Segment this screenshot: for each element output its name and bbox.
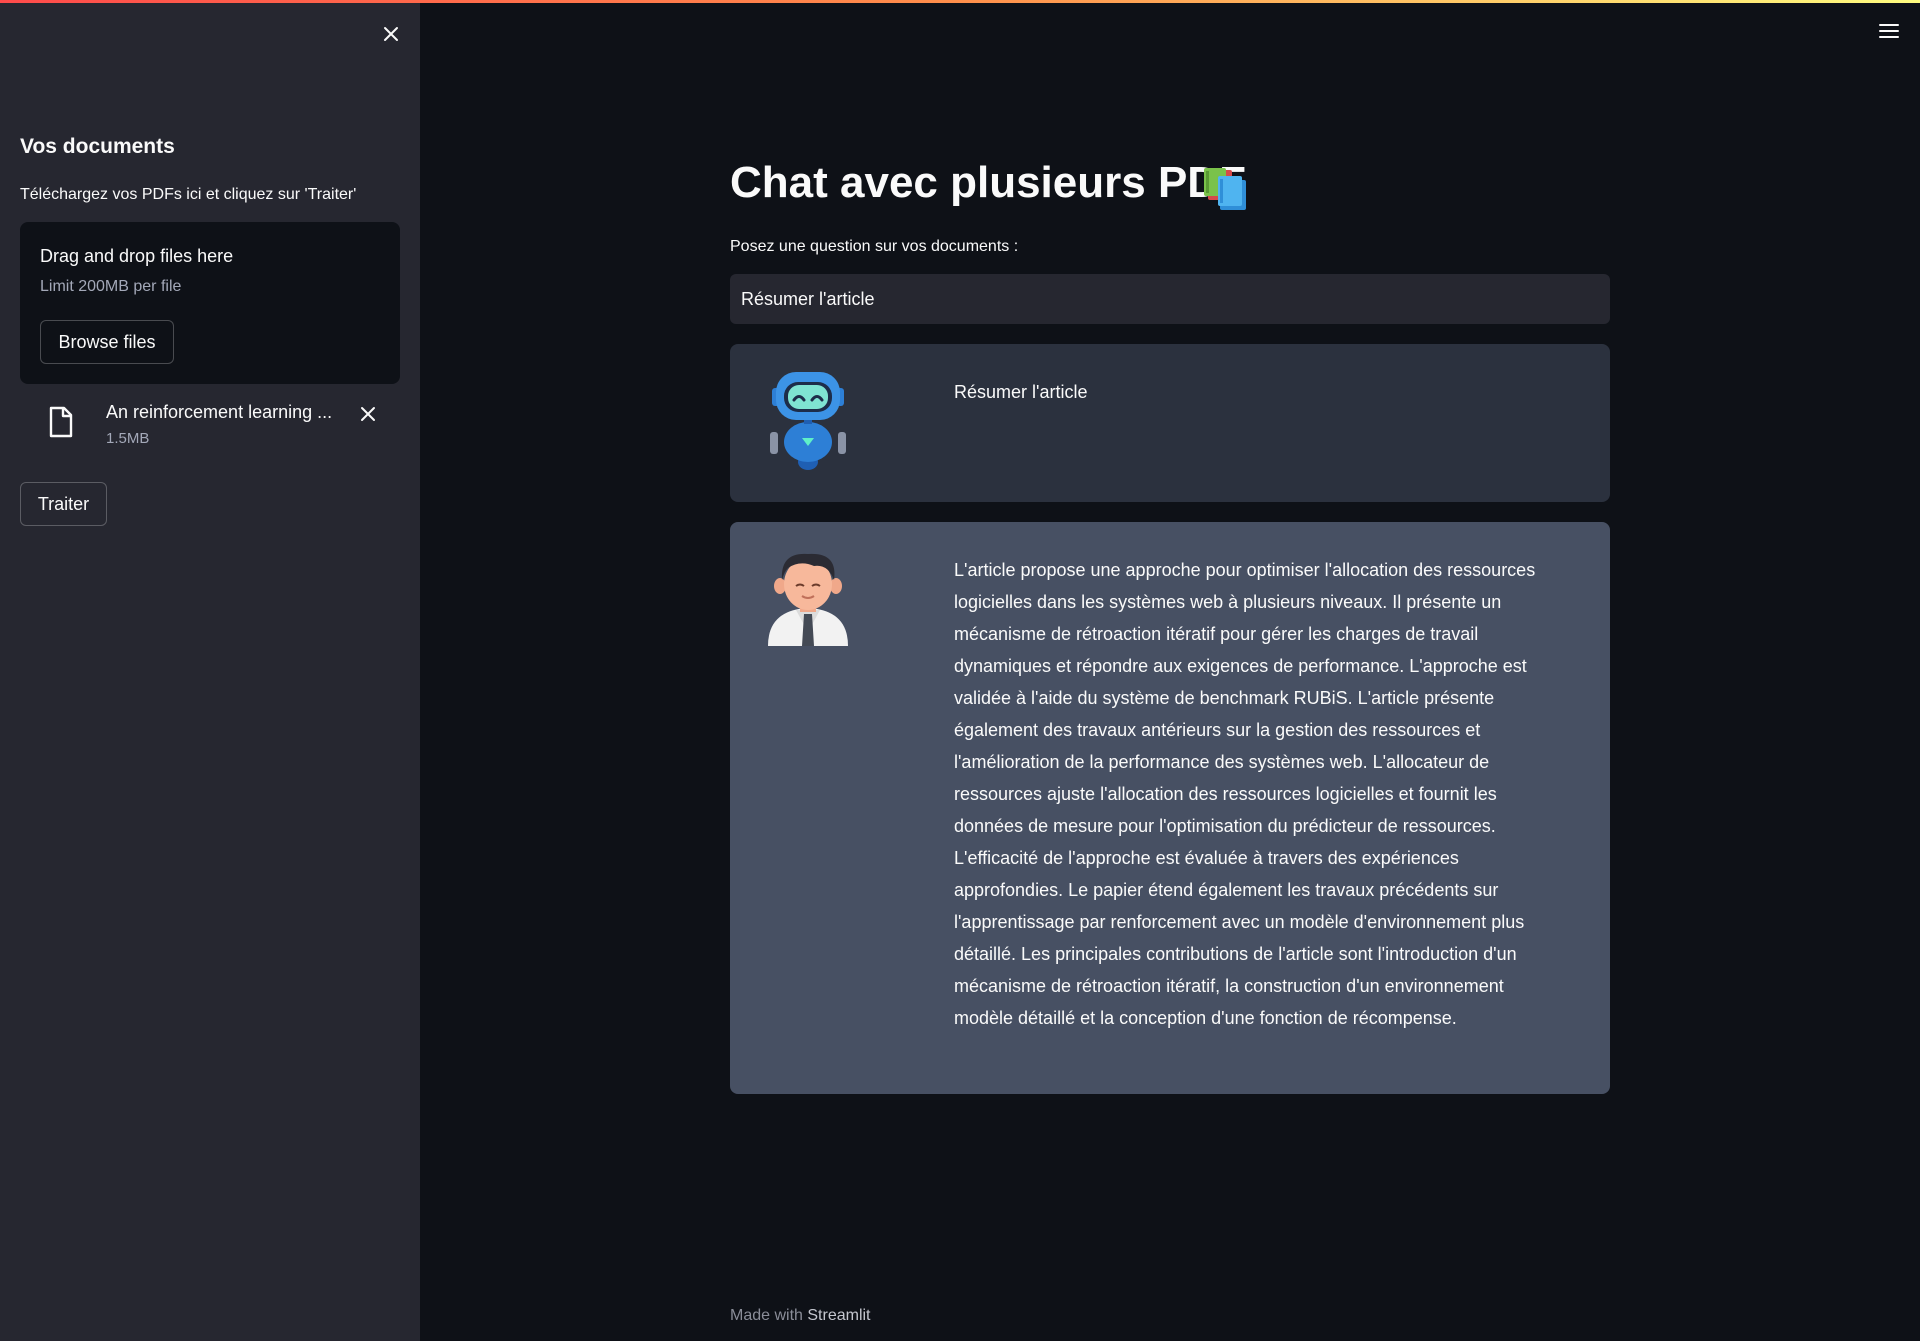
remove-file-icon[interactable] bbox=[356, 402, 380, 426]
robot-avatar-icon bbox=[770, 372, 846, 470]
hamburger-menu-icon[interactable] bbox=[1878, 22, 1900, 40]
message-text: L'article propose une approche pour opti… bbox=[954, 560, 1536, 1028]
footer: Made with Streamlit bbox=[730, 1307, 871, 1325]
sidebar: Vos documents Téléchargez vos PDFs ici e… bbox=[0, 3, 420, 1341]
page-title: Chat avec plusieurs PDF bbox=[730, 158, 1246, 207]
dropzone-title: Drag and drop files here bbox=[40, 246, 234, 266]
question-label: Posez une question sur vos documents : bbox=[730, 238, 1019, 255]
file-size: 1.5MB bbox=[106, 430, 150, 447]
uploaded-file-item: An reinforcement learning ... 1.5MB bbox=[20, 398, 400, 458]
close-icon[interactable] bbox=[378, 21, 404, 47]
file-name: An reinforcement learning ... bbox=[106, 402, 333, 422]
footer-brand-link[interactable]: Streamlit bbox=[807, 1307, 870, 1324]
chat-message-answer: L'article propose une approche pour opti… bbox=[730, 522, 1610, 1094]
sidebar-description: Téléchargez vos PDFs ici et cliquez sur … bbox=[20, 186, 357, 203]
message-text: Résumer l'article bbox=[954, 382, 1088, 402]
file-icon bbox=[49, 406, 73, 438]
sidebar-title: Vos documents bbox=[20, 135, 175, 158]
chat-message-bot: Résumer l'article bbox=[730, 344, 1610, 502]
person-avatar-icon bbox=[768, 553, 848, 646]
question-input[interactable] bbox=[730, 274, 1610, 324]
dropzone-limit: Limit 200MB per file bbox=[40, 278, 182, 295]
browse-files-button[interactable]: Browse files bbox=[40, 320, 174, 364]
footer-prefix: Made with bbox=[730, 1307, 803, 1324]
books-icon bbox=[1204, 168, 1246, 210]
file-dropzone[interactable]: Drag and drop files here Limit 200MB per… bbox=[20, 222, 400, 384]
process-button[interactable]: Traiter bbox=[20, 482, 107, 526]
